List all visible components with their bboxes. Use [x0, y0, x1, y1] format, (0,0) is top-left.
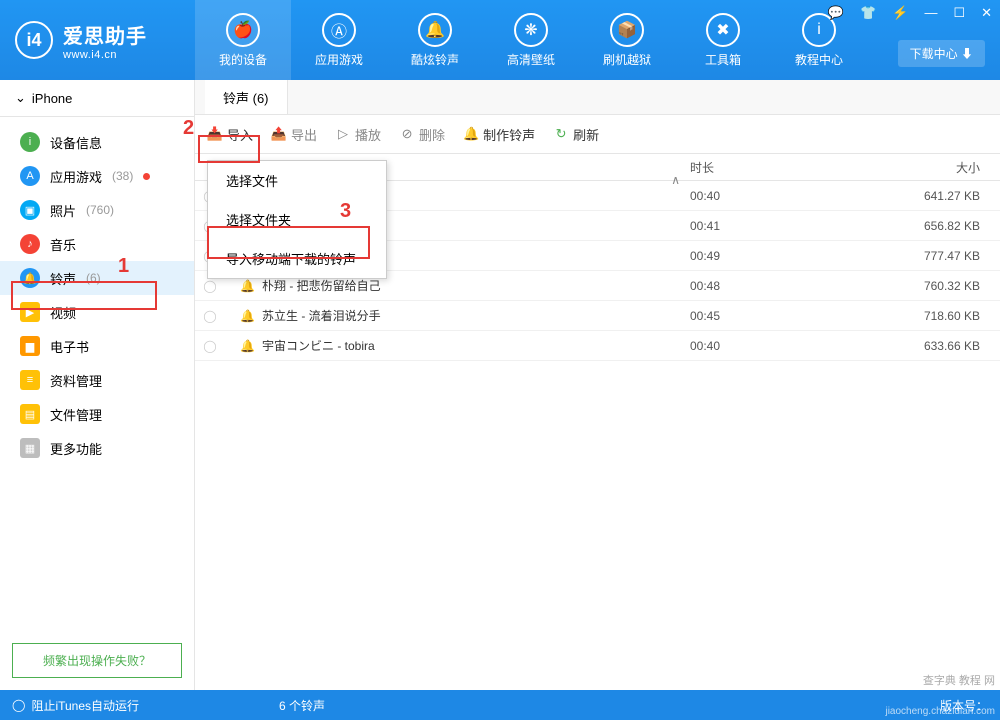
bell-icon: 🔔	[240, 339, 262, 353]
status-itunes-block[interactable]: ◯ 阻止iTunes自动运行	[12, 697, 139, 714]
sidebar-icon: ≡	[20, 370, 40, 390]
nav-icon: Ⓐ	[322, 13, 356, 47]
device-selector[interactable]: ⌄ iPhone	[0, 80, 194, 117]
table-row[interactable]: ◯🔔宇宙コンビニ - tobira00:40633.66 KB	[195, 331, 1000, 361]
win-control-2[interactable]: ⚡	[888, 3, 912, 23]
nav-0[interactable]: 🍎我的设备	[195, 0, 291, 80]
logo-badge: i4	[15, 21, 53, 59]
column-duration[interactable]: 时长	[690, 159, 900, 176]
device-name: iPhone	[32, 91, 72, 106]
sidebar-item-0[interactable]: i设备信息	[0, 125, 194, 159]
row-radio[interactable]: ◯	[195, 279, 225, 293]
watermark-url: jiaocheng.chazidian.com	[885, 706, 995, 717]
brand-url: www.i4.cn	[63, 49, 147, 61]
nav-icon: 🍎	[226, 13, 260, 47]
win-control-1[interactable]: 👕	[856, 3, 880, 23]
sidebar-icon: ▣	[20, 200, 40, 220]
dropdown-select-folder[interactable]: 选择文件夹	[208, 200, 386, 239]
sidebar-item-5[interactable]: ▶视频	[0, 295, 194, 329]
win-control-0[interactable]: 💬	[824, 3, 848, 23]
sidebar-icon: ▆	[20, 336, 40, 356]
refresh-icon: ↻	[553, 126, 569, 142]
sidebar-item-9[interactable]: ▦更多功能	[0, 431, 194, 465]
circle-icon: ◯	[12, 698, 25, 712]
table-row[interactable]: ◯🔔苏立生 - 流着泪说分手00:45718.60 KB	[195, 301, 1000, 331]
nav-icon: ✖	[706, 13, 740, 47]
brand-name: 爱思助手	[63, 20, 147, 49]
sidebar-item-4[interactable]: 🔔铃声(6)	[0, 261, 194, 295]
nav-icon: 🔔	[418, 13, 452, 47]
tab-ringtones[interactable]: 铃声 (6)	[205, 80, 288, 114]
status-count: 6 个铃声	[279, 697, 325, 714]
sidebar-icon: ▦	[20, 438, 40, 458]
export-icon: 📤	[271, 126, 287, 142]
win-control-3[interactable]: —	[920, 3, 941, 23]
row-radio[interactable]: ◯	[195, 339, 225, 353]
delete-icon: ⊘	[399, 126, 415, 142]
column-size[interactable]: 大小	[900, 159, 1000, 176]
sort-icon: ∧	[671, 173, 680, 187]
nav-icon: ❋	[514, 13, 548, 47]
dropdown-import-mobile[interactable]: 导入移动端下载的铃声	[208, 239, 386, 278]
sidebar-item-8[interactable]: ▤文件管理	[0, 397, 194, 431]
sidebar-item-7[interactable]: ≡资料管理	[0, 363, 194, 397]
import-label: 导入	[227, 125, 253, 144]
dropdown-select-file[interactable]: 选择文件	[208, 161, 386, 200]
nav-2[interactable]: 🔔酷炫铃声	[387, 0, 483, 80]
sidebar-icon: ▶	[20, 302, 40, 322]
play-icon: ▷	[335, 126, 351, 142]
import-button[interactable]: 📥 导入	[207, 125, 253, 144]
import-dropdown: 选择文件 选择文件夹 导入移动端下载的铃声	[207, 160, 387, 279]
nav-4[interactable]: 📦刷机越狱	[579, 0, 675, 80]
download-center-button[interactable]: 下载中心 ⬇	[898, 40, 985, 67]
sidebar-icon: A	[20, 166, 40, 186]
faq-link[interactable]: 频繁出现操作失败？	[12, 643, 182, 678]
win-control-4[interactable]: ☐	[949, 3, 969, 23]
notification-dot	[143, 173, 150, 180]
make-ringtone-button[interactable]: 🔔制作铃声	[463, 125, 535, 144]
bell-icon: 🔔	[240, 309, 262, 323]
play-button[interactable]: ▷播放	[335, 125, 381, 144]
nav-icon: 📦	[610, 13, 644, 47]
win-control-5[interactable]: ✕	[977, 3, 996, 23]
sidebar-icon: ▤	[20, 404, 40, 424]
sidebar-icon: i	[20, 132, 40, 152]
sidebar-item-3[interactable]: ♪音乐	[0, 227, 194, 261]
row-radio[interactable]: ◯	[195, 309, 225, 323]
bell-icon: 🔔	[240, 279, 262, 293]
logo-area: i4 爱思助手 www.i4.cn	[0, 20, 195, 61]
bell-plus-icon: 🔔	[463, 126, 479, 142]
nav-3[interactable]: ❋高清壁纸	[483, 0, 579, 80]
nav-5[interactable]: ✖工具箱	[675, 0, 771, 80]
sidebar-icon: ♪	[20, 234, 40, 254]
sidebar-item-2[interactable]: ▣照片(760)	[0, 193, 194, 227]
sidebar-icon: 🔔	[20, 268, 40, 288]
delete-button[interactable]: ⊘删除	[399, 125, 445, 144]
sidebar-item-1[interactable]: A应用游戏(38)	[0, 159, 194, 193]
export-button[interactable]: 📤导出	[271, 125, 317, 144]
nav-1[interactable]: Ⓐ应用游戏	[291, 0, 387, 80]
sidebar-item-6[interactable]: ▆电子书	[0, 329, 194, 363]
chevron-down-icon: ⌄	[15, 90, 26, 106]
import-icon: 📥	[207, 126, 223, 142]
refresh-button[interactable]: ↻刷新	[553, 125, 599, 144]
watermark: 查字典 教程 网	[923, 672, 995, 688]
